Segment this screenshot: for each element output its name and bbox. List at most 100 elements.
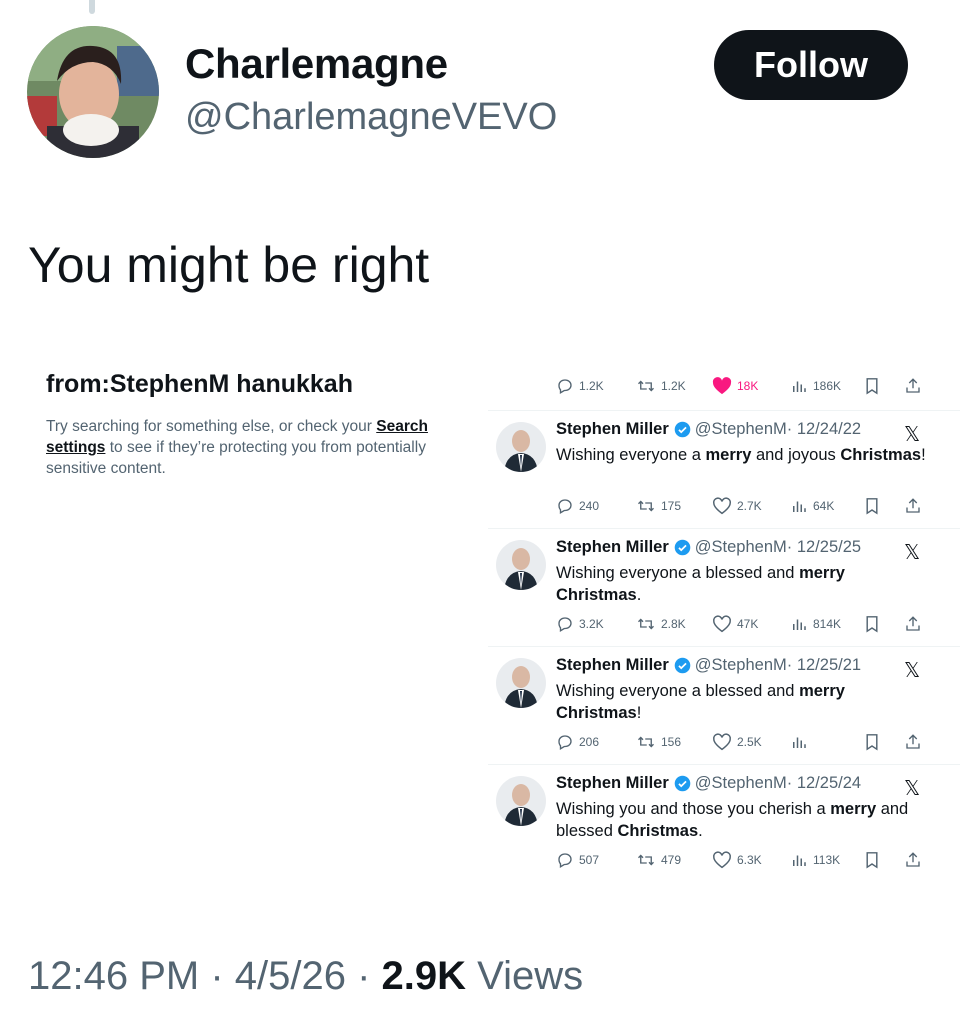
repost-stat: 175 <box>636 494 681 518</box>
share-stat <box>904 612 922 636</box>
views-stat: 64K <box>790 494 834 518</box>
share-icon <box>906 734 920 749</box>
share-stat <box>904 374 922 398</box>
analytics-icon <box>793 501 806 512</box>
bookmark-icon <box>866 734 878 751</box>
heart-filled-icon <box>712 377 732 395</box>
heart-icon <box>713 615 731 633</box>
result-action-bar: 3.2K 2.8K 47K 814K <box>556 612 926 636</box>
embedded-top-action-bar: 1.2K 1.2K 18K 186K <box>556 374 926 398</box>
tweet-date[interactable]: 4/5/26 <box>235 954 346 998</box>
repost-icon <box>638 500 654 512</box>
result-date: · 12/25/25 <box>786 538 862 556</box>
analytics-icon <box>793 855 806 866</box>
share-stat <box>904 848 922 872</box>
bookmark-icon <box>866 852 878 869</box>
result-action-bar: 206 156 2.5K <box>556 730 926 754</box>
verified-badge-icon <box>674 775 691 792</box>
result-handle: @StephenM <box>694 774 787 792</box>
reply-icon <box>558 853 572 868</box>
repost-stat: 479 <box>636 848 681 872</box>
bookmark-icon <box>866 616 878 633</box>
repost-stat: 2.8K <box>636 612 686 636</box>
heart-icon <box>713 733 731 751</box>
result-text: Wishing everyone a merry and joyous Chri… <box>556 446 926 464</box>
bookmark-stat <box>864 848 880 872</box>
repost-stat: 1.2K <box>636 374 686 398</box>
reply-stat: 206 <box>556 730 599 754</box>
analytics-icon <box>793 737 806 748</box>
reply-icon <box>558 499 572 514</box>
tweet-timestamp-row: 12:46 PM · 4/5/26 · 2.9K Views <box>28 954 583 999</box>
reply-stat: 1.2K <box>556 374 604 398</box>
verified-badge-icon <box>674 657 691 674</box>
like-stat: 6.3K <box>712 848 762 872</box>
result-meta: Stephen Miller @StephenM · 12/24/22 <box>556 420 861 439</box>
like-stat: 47K <box>712 612 758 636</box>
stephen-miller-avatar <box>496 540 546 590</box>
stephen-miller-avatar <box>496 776 546 826</box>
reply-icon <box>558 735 572 750</box>
views-stat <box>790 730 813 754</box>
verified-badge-icon <box>674 539 691 556</box>
repost-icon <box>638 380 654 392</box>
like-stat: 2.5K <box>712 730 762 754</box>
bookmark-icon <box>866 498 878 515</box>
reply-stat: 3.2K <box>556 612 604 636</box>
result-meta: Stephen Miller @StephenM · 12/25/25 <box>556 538 861 557</box>
bookmark-icon <box>866 378 878 395</box>
result-handle: @StephenM <box>694 538 787 556</box>
separator: · <box>199 954 235 998</box>
like-stat: 2.7K <box>712 494 762 518</box>
result-author-name: Stephen Miller <box>556 656 669 674</box>
separator: · <box>345 954 382 998</box>
repost-stat: 156 <box>636 730 681 754</box>
follow-button[interactable]: Follow <box>714 30 908 100</box>
result-handle: @StephenM <box>694 420 787 438</box>
views-count: 2.9K <box>381 954 467 998</box>
stephen-miller-avatar <box>496 658 546 708</box>
repost-icon <box>638 736 654 748</box>
author-handle[interactable]: @CharlemagneVEVO <box>185 96 557 139</box>
repost-icon <box>638 618 654 630</box>
reply-stat: 507 <box>556 848 599 872</box>
author-name[interactable]: Charlemagne <box>185 40 448 88</box>
result-date: · 12/24/22 <box>786 420 862 438</box>
reply-stat: 240 <box>556 494 599 518</box>
reply-icon <box>558 617 572 632</box>
like-stat: 18K <box>712 374 758 398</box>
share-icon <box>906 852 920 867</box>
bookmark-stat <box>864 730 880 754</box>
tweet-time[interactable]: 12:46 PM <box>28 954 199 998</box>
analytics-icon <box>793 381 806 392</box>
result-author-name: Stephen Miller <box>556 538 669 556</box>
result-text: Wishing everyone a blessed and merry Chr… <box>556 564 845 604</box>
verified-badge-icon <box>674 421 691 438</box>
search-message-before: Try searching for something else, or che… <box>46 418 372 435</box>
share-icon <box>906 498 920 513</box>
reply-icon <box>558 379 572 394</box>
share-stat <box>904 730 922 754</box>
search-empty-message: Try searching for something else, or che… <box>46 416 446 479</box>
result-action-bar: 507 479 6.3K 113K <box>556 848 926 872</box>
stephen-miller-avatar <box>496 422 546 472</box>
views-stat: 814K <box>790 612 841 636</box>
repost-icon <box>638 854 654 866</box>
views-stat: 113K <box>790 848 840 872</box>
result-text: Wishing everyone a blessed and merry Chr… <box>556 682 845 722</box>
result-meta: Stephen Miller @StephenM · 12/25/24 <box>556 774 861 793</box>
result-author-name: Stephen Miller <box>556 420 669 438</box>
author-avatar[interactable] <box>27 26 159 158</box>
heart-icon <box>713 497 731 515</box>
share-stat <box>904 494 922 518</box>
bookmark-stat <box>864 374 880 398</box>
search-query: from:StephenM hanukkah <box>46 370 353 398</box>
result-handle: @StephenM <box>694 656 787 674</box>
avatar-photo <box>27 26 159 158</box>
result-author-name: Stephen Miller <box>556 774 669 792</box>
result-date: · 12/25/21 <box>786 656 862 674</box>
tweet-text: You might be right <box>28 237 430 293</box>
result-text: Wishing you and those you cherish a merr… <box>556 800 909 840</box>
result-meta: Stephen Miller @StephenM · 12/25/21 <box>556 656 861 675</box>
share-icon <box>906 378 920 393</box>
